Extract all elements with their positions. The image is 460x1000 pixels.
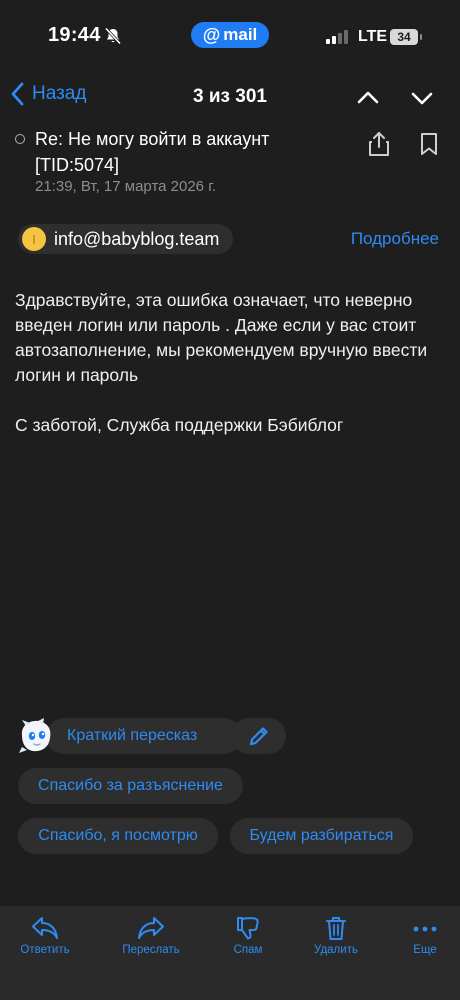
mail-app-badge[interactable]: @ mail <box>191 22 269 48</box>
quick-reply-button[interactable]: Будем разбираться <box>230 818 413 854</box>
quick-reply-button[interactable]: Спасибо, я посмотрю <box>18 818 218 854</box>
summary-button[interactable]: Краткий пересказ <box>46 718 242 754</box>
email-subject: Re: Не могу войти в аккаунт [TID:5074] <box>35 129 270 175</box>
thumbs-down-icon <box>237 917 259 940</box>
trash-icon <box>326 917 346 940</box>
more-dots-icon <box>413 926 437 932</box>
sender-chip[interactable]: I info@babyblog.team <box>18 224 234 254</box>
unread-toggle[interactable] <box>15 134 25 144</box>
sender-avatar: I <box>22 227 46 251</box>
bottom-toolbar: Ответить Переслать Спам Удалить Еще <box>0 906 460 1000</box>
bookmark-icon[interactable] <box>418 132 440 156</box>
spam-label: Спам <box>233 944 263 956</box>
email-body: Здравствуйте, эта ошибка означает, что н… <box>15 290 428 385</box>
forward-label: Переслать <box>122 944 180 956</box>
previous-message-button[interactable] <box>354 84 382 112</box>
quick-reply-button[interactable]: Спасибо за разъяснение <box>18 768 243 804</box>
details-link[interactable]: Подробнее <box>351 229 439 249</box>
bell-off-icon <box>104 27 122 45</box>
more-label: Еще <box>413 944 437 956</box>
network-type: LTE <box>358 28 388 45</box>
email-signature: С заботой, Служба поддержки Бэбиблог <box>15 415 344 435</box>
delete-button[interactable]: Удалить <box>296 906 376 966</box>
reply-button[interactable]: Ответить <box>5 906 85 966</box>
message-counter: 3 из 301 <box>193 86 267 107</box>
pencil-icon <box>249 727 268 746</box>
signal-icon <box>326 30 348 44</box>
status-bar: 19:44 @ mail LTE 34 <box>0 0 460 72</box>
more-button[interactable]: Еще <box>385 906 460 966</box>
summary-label: Краткий пересказ <box>67 727 198 744</box>
back-button[interactable]: Назад <box>10 82 86 106</box>
reply-icon <box>32 917 58 939</box>
status-time: 19:44 <box>48 24 101 46</box>
share-icon[interactable] <box>367 131 391 157</box>
mail-app-label: mail <box>223 25 258 44</box>
email-date: 21:39, Вт, 17 марта 2026 г. <box>35 178 216 195</box>
chevron-left-icon <box>11 82 24 106</box>
at-icon: @ <box>202 24 221 45</box>
next-message-button[interactable] <box>408 84 436 112</box>
forward-icon <box>138 917 164 939</box>
assistant-mascot-icon <box>19 718 51 753</box>
edit-button[interactable] <box>231 718 286 754</box>
delete-label: Удалить <box>314 944 358 956</box>
navigation-bar: Назад 3 из 301 <box>0 76 460 120</box>
spam-button[interactable]: Спам <box>208 906 288 966</box>
reply-label: Ответить <box>20 944 70 956</box>
battery-icon: 34 <box>390 29 422 45</box>
back-label: Назад <box>32 83 87 104</box>
forward-button[interactable]: Переслать <box>111 906 191 966</box>
sender-email: info@babyblog.team <box>54 228 220 249</box>
